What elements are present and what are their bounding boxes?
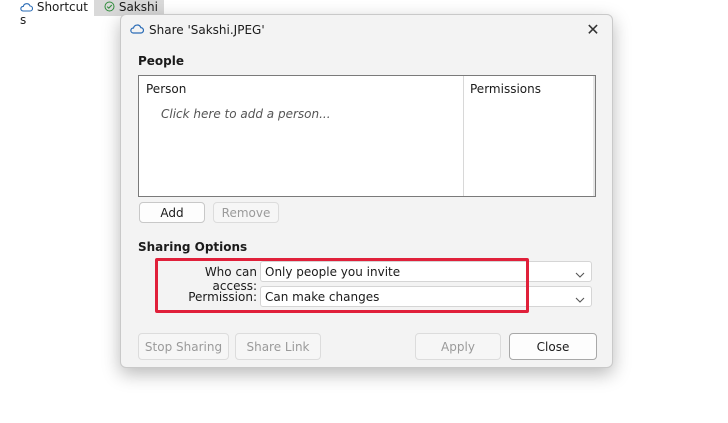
who-can-access-value: Only people you invite [265, 265, 401, 279]
chevron-down-icon [575, 292, 585, 306]
explorer-item-label: Shortcut [36, 0, 88, 14]
close-button[interactable]: Close [509, 333, 597, 360]
explorer-item-shortcuts[interactable]: Shortcut s [20, 0, 90, 27]
add-button[interactable]: Add [139, 202, 205, 223]
people-list[interactable]: Person Permissions Click here to add a p… [138, 75, 596, 197]
close-icon[interactable]: ✕ [580, 18, 606, 42]
apply-button[interactable]: Apply [415, 333, 501, 360]
sync-check-icon [104, 1, 115, 15]
column-header-person[interactable]: Person [146, 82, 186, 96]
who-can-access-label: Who can access: [204, 265, 257, 293]
chevron-down-icon [575, 267, 585, 281]
remove-button[interactable]: Remove [213, 202, 279, 223]
column-header-permissions[interactable]: Permissions [470, 82, 541, 96]
add-person-placeholder[interactable]: Click here to add a person... [161, 107, 331, 121]
permission-label: Permission: [188, 290, 257, 304]
column-divider[interactable] [463, 76, 464, 196]
share-dialog: Share 'Sakshi.JPEG' ✕ People Person Perm… [120, 14, 613, 368]
dialog-title: Share 'Sakshi.JPEG' [149, 23, 265, 37]
sharing-options-title: Sharing Options [138, 240, 248, 254]
stop-sharing-button[interactable]: Stop Sharing [138, 333, 229, 360]
share-link-button[interactable]: Share Link [235, 333, 321, 360]
explorer-item-label-wrap: s [20, 13, 27, 27]
who-can-access-dropdown[interactable]: Only people you invite [260, 261, 592, 282]
list-edge [593, 76, 595, 196]
permission-dropdown[interactable]: Can make changes [260, 286, 592, 307]
title-bar[interactable]: Share 'Sakshi.JPEG' ✕ [121, 15, 612, 45]
permission-value: Can make changes [265, 290, 380, 304]
explorer-item-label: Sakshi [118, 0, 158, 14]
cloud-icon [130, 23, 145, 37]
people-section-title: People [138, 54, 185, 68]
